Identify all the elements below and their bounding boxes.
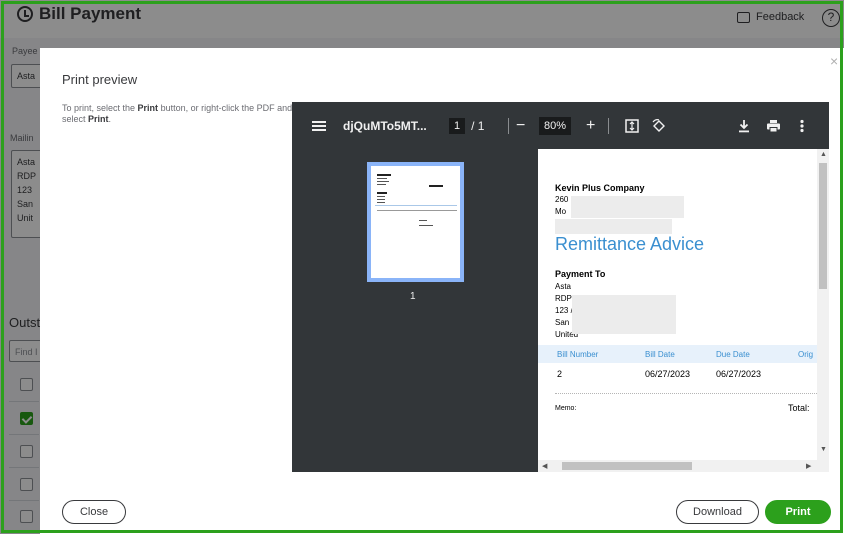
thumb-line xyxy=(377,210,457,211)
pdf-page: Kevin Plus Company 260 Mo Remittance Adv… xyxy=(538,149,817,472)
payee-line: Asta xyxy=(555,282,572,291)
hint-print-bold: Print xyxy=(88,114,109,124)
divider xyxy=(608,117,609,134)
redaction-box xyxy=(571,196,684,218)
thumb-line xyxy=(377,199,385,200)
zoom-level: 80% xyxy=(539,102,572,149)
pdf-toolbar: djQuMTo5MT... 1 / 1 − 80% + xyxy=(292,102,829,149)
payee-line: 123 / xyxy=(555,306,573,315)
download-button[interactable]: Download xyxy=(676,500,759,524)
thumb-line xyxy=(419,220,427,221)
scroll-down-arrow[interactable]: ▼ xyxy=(820,446,827,453)
thumb-line xyxy=(377,174,391,176)
pdf-viewer: djQuMTo5MT... 1 / 1 − 80% + 1 Kevin Plus… xyxy=(292,102,829,472)
menu-button[interactable] xyxy=(312,102,326,149)
print-pdf-button[interactable] xyxy=(766,102,781,149)
scroll-up-arrow[interactable]: ▲ xyxy=(820,151,827,158)
col-original: Orig xyxy=(798,350,814,359)
page-number-input[interactable]: 1 xyxy=(449,117,466,134)
thumb-line xyxy=(377,184,386,185)
zoom-input[interactable]: 80% xyxy=(539,116,572,135)
payment-to-label: Payment To xyxy=(555,269,606,279)
scroll-left-arrow[interactable]: ◀ xyxy=(542,462,547,470)
zoom-out-button[interactable]: − xyxy=(516,102,525,149)
thumb-line xyxy=(377,192,387,194)
page-indicator: 1 / 1 xyxy=(449,102,484,149)
vertical-scrollbar[interactable]: ▲ ▼ xyxy=(817,149,829,472)
table-divider xyxy=(555,393,817,394)
total-label: Total: xyxy=(788,403,810,413)
close-icon[interactable]: × xyxy=(830,53,838,69)
toolbar-divider xyxy=(508,102,509,149)
page-thumbnail[interactable] xyxy=(367,162,464,282)
fit-page-icon xyxy=(625,118,639,133)
hint-print-bold: Print xyxy=(137,103,159,113)
redaction-box xyxy=(555,219,672,234)
zoom-in-button[interactable]: + xyxy=(586,102,595,149)
company-name: Kevin Plus Company xyxy=(555,183,645,193)
hint-text: . xyxy=(108,114,112,124)
cell-bill-date: 06/27/2023 xyxy=(645,369,691,379)
thumb-line xyxy=(377,181,389,182)
remittance-heading: Remittance Advice xyxy=(555,234,705,254)
plus-icon: + xyxy=(586,116,596,134)
col-due-date: Due Date xyxy=(716,350,750,359)
print-instructions: To print, select the Print button, or ri… xyxy=(62,103,294,125)
thumbnail-page-number: 1 xyxy=(410,291,416,302)
print-preview-dialog: × Print preview To print, select the Pri… xyxy=(40,48,844,534)
scrollbar-thumb[interactable] xyxy=(819,163,827,289)
cell-bill-number: 2 xyxy=(557,369,563,379)
col-bill-date: Bill Date xyxy=(645,350,675,359)
printer-icon xyxy=(767,119,780,132)
print-button[interactable]: Print xyxy=(765,500,831,524)
thumb-line xyxy=(377,202,385,203)
cell-due-date: 06/27/2023 xyxy=(716,369,762,379)
dialog-title: Print preview xyxy=(62,72,138,87)
rotate-button[interactable] xyxy=(652,102,666,149)
close-button[interactable]: Close xyxy=(62,500,126,524)
fit-page-button[interactable] xyxy=(625,102,639,149)
more-options-button[interactable] xyxy=(800,102,804,149)
thumb-line xyxy=(377,178,387,179)
scrollbar-thumb[interactable] xyxy=(562,462,692,470)
rotate-icon xyxy=(652,118,665,132)
thumb-line xyxy=(375,205,457,206)
minus-icon: − xyxy=(516,116,526,134)
hamburger-icon xyxy=(312,120,326,131)
company-address-line: Mo xyxy=(555,207,567,216)
horizontal-scrollbar[interactable]: ◀ ▶ xyxy=(538,460,817,472)
redaction-box xyxy=(572,295,676,334)
toolbar-divider xyxy=(608,102,609,149)
payee-line: San I xyxy=(555,318,574,327)
pdf-filename-text: djQuMTo5MT... xyxy=(343,118,427,133)
thumbnail-sidebar: 1 xyxy=(292,149,538,472)
scroll-right-arrow[interactable]: ▶ xyxy=(806,462,811,470)
pdf-filename: djQuMTo5MT... xyxy=(343,102,427,149)
divider xyxy=(508,117,509,134)
thumb-line xyxy=(429,185,443,187)
thumb-line xyxy=(377,196,385,197)
memo-label: Memo: xyxy=(555,405,577,412)
page-total: / 1 xyxy=(471,118,485,133)
download-pdf-button[interactable] xyxy=(738,102,750,149)
thumb-line xyxy=(419,225,433,226)
col-bill-number: Bill Number xyxy=(557,350,599,359)
download-icon xyxy=(739,119,749,132)
company-address-line: 260 xyxy=(555,195,569,204)
more-vertical-icon xyxy=(800,119,804,132)
hint-text: To print, select the xyxy=(62,103,138,113)
